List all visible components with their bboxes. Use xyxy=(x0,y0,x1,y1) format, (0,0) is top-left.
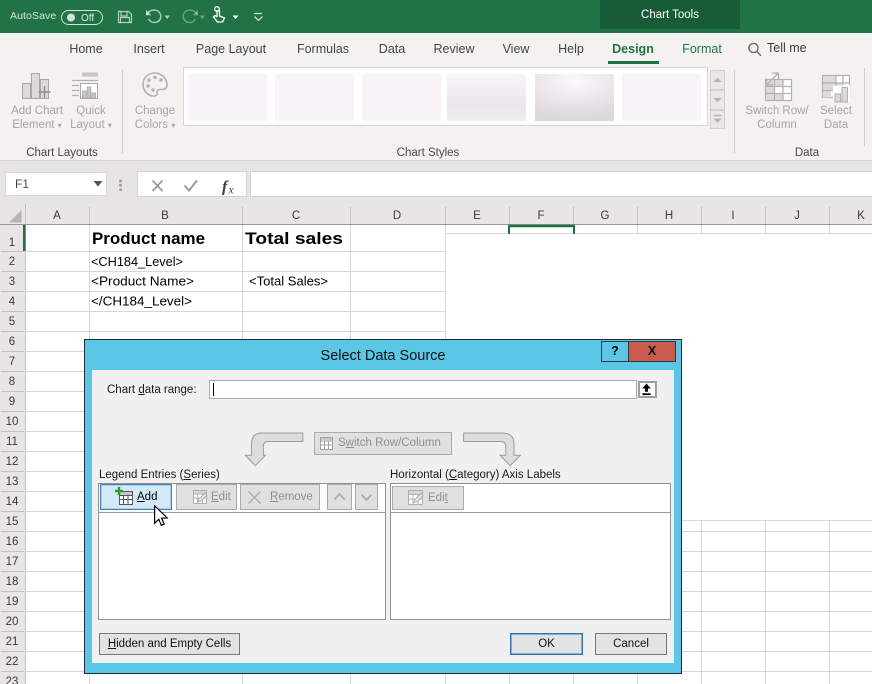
svg-text:F: F xyxy=(537,210,544,222)
svg-text:Total sales: Total sales xyxy=(245,230,343,248)
svg-text:1: 1 xyxy=(9,237,15,249)
svg-text:I: I xyxy=(731,210,734,222)
svg-text:4: 4 xyxy=(9,296,16,308)
svg-text:13: 13 xyxy=(6,476,19,488)
svg-text:x: x xyxy=(228,185,235,197)
svg-text:18: 18 xyxy=(6,576,19,588)
svg-text:J: J xyxy=(794,210,800,222)
svg-text:<CH184_Level>: <CH184_Level> xyxy=(91,254,183,269)
svg-text:K: K xyxy=(857,210,865,222)
svg-text:A: A xyxy=(53,210,61,222)
svg-text:2: 2 xyxy=(9,256,15,268)
svg-text:10: 10 xyxy=(6,416,19,428)
svg-text:21: 21 xyxy=(6,636,19,648)
svg-text:5: 5 xyxy=(9,316,15,328)
svg-text:3: 3 xyxy=(9,276,15,288)
svg-text:16: 16 xyxy=(6,536,19,548)
svg-text:Product name: Product name xyxy=(92,230,205,248)
svg-text:D: D xyxy=(393,210,401,222)
svg-text:Off: Off xyxy=(81,13,94,24)
svg-text:H: H xyxy=(665,210,673,222)
svg-text:6: 6 xyxy=(9,336,15,348)
svg-text:<Product Name>: <Product Name> xyxy=(91,274,194,289)
svg-text:14: 14 xyxy=(6,496,19,508)
svg-text:G: G xyxy=(601,210,610,222)
svg-text:9: 9 xyxy=(9,396,15,408)
svg-text:C: C xyxy=(292,210,300,222)
svg-text:7: 7 xyxy=(9,356,15,368)
svg-text:</CH184_Level>: </CH184_Level> xyxy=(91,294,192,309)
svg-text:20: 20 xyxy=(6,616,19,628)
svg-text:12: 12 xyxy=(6,456,19,468)
svg-text:23: 23 xyxy=(6,676,19,684)
svg-text:19: 19 xyxy=(6,596,19,608)
svg-text:B: B xyxy=(161,210,169,222)
svg-text:17: 17 xyxy=(6,556,19,568)
svg-text:22: 22 xyxy=(6,656,19,668)
svg-text:<Total Sales>: <Total Sales> xyxy=(249,274,328,289)
svg-text:8: 8 xyxy=(9,376,15,388)
svg-text:E: E xyxy=(473,210,481,222)
svg-text:15: 15 xyxy=(6,516,19,528)
svg-text:11: 11 xyxy=(6,436,18,448)
